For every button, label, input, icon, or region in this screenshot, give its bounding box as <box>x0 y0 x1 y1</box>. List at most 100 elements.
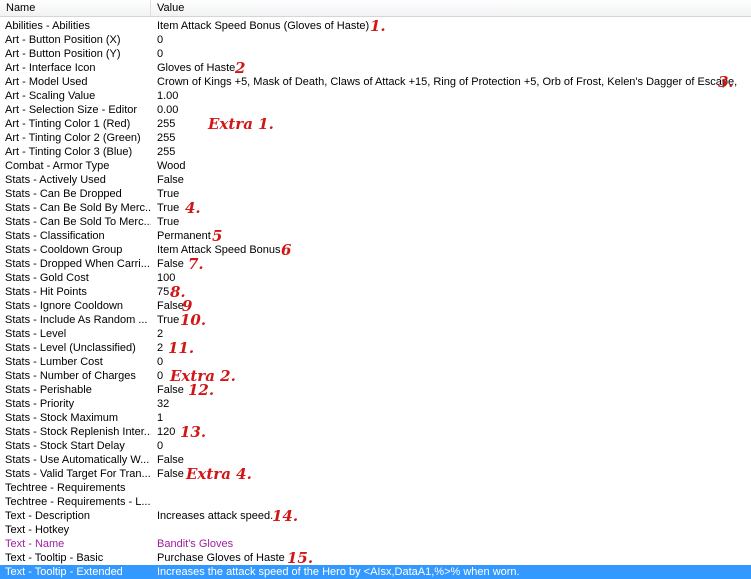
property-row[interactable]: Stats - Perishable False 12. <box>0 381 751 399</box>
property-value[interactable]: Increases the attack speed of the Hero b… <box>157 565 751 579</box>
property-row[interactable]: Stats - Actively Used False <box>0 173 751 187</box>
property-row[interactable]: Stats - Valid Target For Tran... False Ext… <box>0 465 751 483</box>
property-value[interactable]: 100 <box>157 271 751 285</box>
property-value[interactable]: Item Attack Speed Bonus <box>157 243 751 257</box>
property-value[interactable]: 255 <box>157 145 751 159</box>
property-row[interactable]: Stats - Gold Cost 100 <box>0 271 751 285</box>
property-row[interactable]: Text - Tooltip - Basic Purchase Gloves of… <box>0 549 751 567</box>
property-name: Art - Selection Size - Editor <box>5 104 138 116</box>
property-value[interactable]: 1.00 <box>157 89 751 103</box>
property-name: Stats - Perishable <box>5 384 92 396</box>
property-value[interactable]: False <box>157 257 751 271</box>
property-row[interactable]: Text - Hotkey <box>0 523 751 537</box>
property-row[interactable]: Stats - Level (Unclassified) 2 11. <box>0 340 751 356</box>
property-value[interactable]: 0 <box>157 439 751 453</box>
property-name: Stats - Stock Maximum <box>5 412 119 424</box>
property-row[interactable]: Art - Button Position (Y) 0 <box>0 47 751 61</box>
property-value[interactable]: Permanent <box>157 229 751 243</box>
property-row[interactable]: Art - Scaling Value 1.00 <box>0 89 751 103</box>
property-row[interactable]: Stats - Classification Permanent 5 <box>0 228 751 244</box>
property-value[interactable]: True <box>157 187 751 201</box>
property-value[interactable]: Bandit's Gloves <box>157 537 751 551</box>
property-row[interactable]: Art - Button Position (X) 0 <box>0 33 751 47</box>
property-name: Stats - Priority <box>5 398 75 410</box>
annotation-label: 7. <box>188 255 204 273</box>
annotation-label: 3. <box>718 73 734 91</box>
property-row[interactable]: Art - Selection Size - Editor 0.00 <box>0 103 751 117</box>
property-value[interactable]: 0 <box>157 369 751 383</box>
property-row[interactable]: Techtree - Requirements - L... <box>0 495 751 509</box>
property-row[interactable]: Stats - Use Automatically W... False <box>0 453 751 467</box>
property-row[interactable]: Stats - Dropped When Carri... False 7. <box>0 255 751 273</box>
property-value[interactable]: 0 <box>157 355 751 369</box>
property-row[interactable]: Abilities - Abilities Item Attack Speed B… <box>0 18 751 34</box>
property-row[interactable]: Stats - Number of Charges 0 Extra 2. <box>0 368 751 384</box>
property-name: Stats - Stock Replenish Inter... <box>5 426 151 438</box>
property-row[interactable]: Stats - Can Be Dropped True <box>0 187 751 201</box>
property-value[interactable]: False <box>157 299 751 313</box>
property-name: Text - Tooltip - Extended <box>5 566 123 578</box>
property-row[interactable]: Art - Tinting Color 3 (Blue) 255 <box>0 145 751 159</box>
property-row[interactable]: Stats - Level 2 <box>0 327 751 341</box>
property-row[interactable]: Stats - Can Be Sold To Merc... True <box>0 215 751 229</box>
property-value[interactable]: Increases attack speed. <box>157 509 751 523</box>
property-name: Stats - Include As Random ... <box>5 314 148 326</box>
property-row[interactable]: Stats - Stock Maximum 1 <box>0 411 751 425</box>
property-value[interactable]: 120 <box>157 425 751 439</box>
property-name: Stats - Classification <box>5 230 105 242</box>
property-name: Stats - Level <box>5 328 67 340</box>
property-value[interactable]: True <box>157 313 751 327</box>
property-value[interactable]: Wood <box>157 159 751 173</box>
property-value[interactable]: True <box>157 215 751 229</box>
property-row[interactable]: Stats - Stock Replenish Inter... 120 13. <box>0 424 751 440</box>
property-value[interactable]: 0 <box>157 33 751 47</box>
property-row[interactable]: Stats - Priority 32 <box>0 397 751 411</box>
property-name: Stats - Valid Target For Tran... <box>5 468 151 480</box>
property-value[interactable]: 2 <box>157 341 751 355</box>
property-name: Art - Button Position (Y) <box>5 48 121 60</box>
property-row[interactable]: Stats - Can Be Sold By Merc... True 4. <box>0 200 751 216</box>
property-value[interactable]: 0 <box>157 47 751 61</box>
property-name: Stats - Use Automatically W... <box>5 454 150 466</box>
property-name: Text - Description <box>5 510 90 522</box>
property-value[interactable]: Gloves of Haste <box>157 61 751 75</box>
property-row[interactable]: Art - Tinting Color 2 (Green) 255 <box>0 131 751 145</box>
property-row[interactable]: Text - Description Increases attack speed… <box>0 508 751 524</box>
property-value[interactable]: False <box>157 383 751 397</box>
property-name: Stats - Number of Charges <box>5 370 136 382</box>
annotation-label: Extra 4. <box>186 465 252 483</box>
property-row[interactable]: Text - Tooltip - Extended Increases the a… <box>0 565 751 579</box>
property-name: Art - Interface Icon <box>5 62 96 74</box>
annotation-label: 12. <box>188 381 215 399</box>
property-name: Text - Name <box>5 538 65 550</box>
property-value[interactable]: Crown of Kings +5, Mask of Death, Claws … <box>157 75 751 89</box>
property-row[interactable]: Techtree - Requirements <box>0 481 751 495</box>
property-value[interactable]: 255 <box>157 131 751 145</box>
property-name: Abilities - Abilities <box>5 20 90 32</box>
property-value[interactable]: Item Attack Speed Bonus (Gloves of Haste… <box>157 19 751 33</box>
property-row[interactable]: Stats - Stock Start Delay 0 <box>0 439 751 453</box>
value-column-header[interactable]: Value <box>151 0 751 16</box>
property-row[interactable]: Stats - Hit Points 75 8. <box>0 284 751 300</box>
property-value[interactable]: True <box>157 201 751 215</box>
property-value[interactable]: 1 <box>157 411 751 425</box>
property-value[interactable]: 2 <box>157 327 751 341</box>
property-name: Stats - Can Be Dropped <box>5 188 122 200</box>
property-row[interactable]: Combat - Armor Type Wood <box>0 159 751 173</box>
name-column-header[interactable]: Name <box>0 0 151 16</box>
property-row[interactable]: Art - Interface Icon Gloves of Haste 2 <box>0 60 751 76</box>
property-row[interactable]: Stats - Lumber Cost 0 <box>0 355 751 369</box>
property-row[interactable]: Stats - Ignore Cooldown False 9 <box>0 298 751 314</box>
property-row[interactable]: Stats - Cooldown Group Item Attack Speed … <box>0 242 751 258</box>
annotation-label: 15. <box>287 549 314 567</box>
property-value[interactable]: Purchase Gloves of Haste <box>157 551 751 565</box>
property-name: Stats - Level (Unclassified) <box>5 342 136 354</box>
property-row[interactable]: Art - Model Used Crown of Kings +5, Mask … <box>0 73 751 91</box>
property-name: Combat - Armor Type <box>5 160 110 172</box>
property-value[interactable]: 75 <box>157 285 751 299</box>
property-row[interactable]: Stats - Include As Random ... True 10. <box>0 312 751 328</box>
property-row[interactable]: Text - Name Bandit's Gloves <box>0 537 751 551</box>
property-row[interactable]: Art - Tinting Color 1 (Red) 255 Extra 1. <box>0 116 751 132</box>
property-value[interactable]: False <box>157 173 751 187</box>
property-value[interactable]: 32 <box>157 397 751 411</box>
